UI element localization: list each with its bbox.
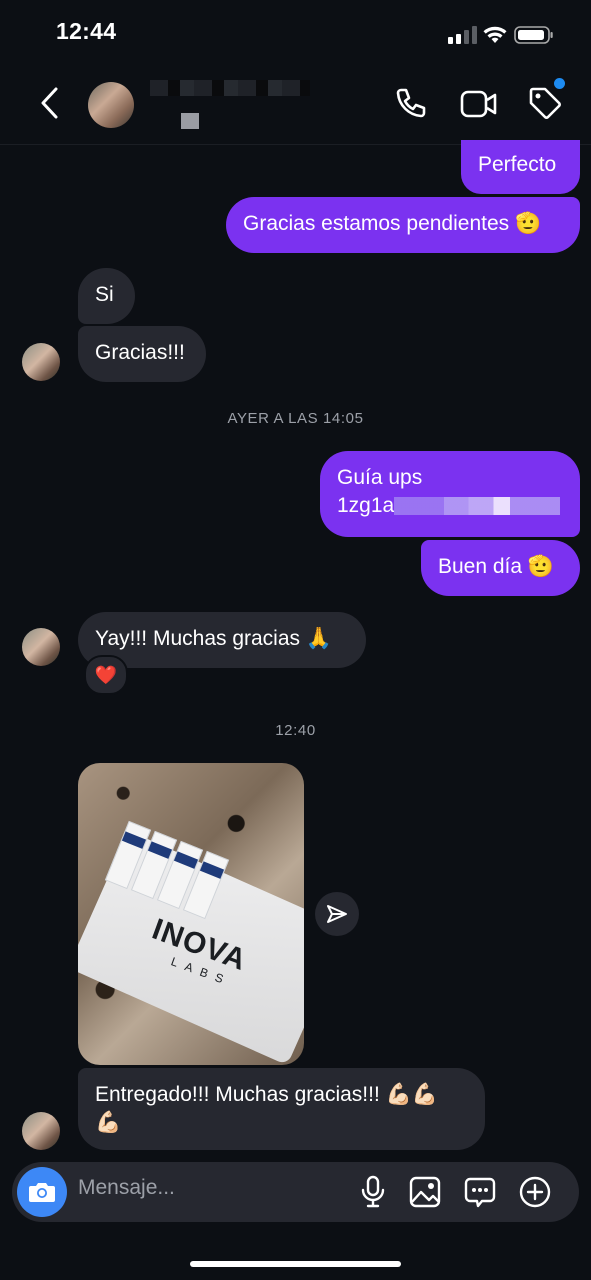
call-button[interactable] bbox=[393, 86, 427, 125]
tracking-number-start: 1zg1a bbox=[337, 494, 395, 517]
message-text: Gracias estamos pendientes bbox=[243, 212, 510, 235]
back-button[interactable] bbox=[38, 86, 62, 120]
message-text: Gracias!!! bbox=[95, 341, 185, 364]
home-indicator[interactable] bbox=[190, 1261, 401, 1267]
salute-emoji: 🫡 bbox=[527, 555, 555, 578]
salute-emoji: 🫡 bbox=[514, 212, 542, 235]
message-text: Yay!!! Muchas gracias bbox=[95, 627, 301, 650]
voice-button[interactable] bbox=[359, 1175, 387, 1214]
heart-reaction[interactable]: ❤️ bbox=[84, 655, 128, 695]
outgoing-message[interactable]: Gracias estamos pendientes 🫡 bbox=[226, 197, 580, 253]
image-icon bbox=[409, 1176, 441, 1208]
outgoing-message[interactable]: Buen día 🫡 bbox=[421, 540, 580, 596]
phone-icon bbox=[396, 88, 426, 118]
message-text: Entregado!!! Muchas gracias!!! bbox=[95, 1083, 380, 1106]
timestamp: AYER A LAS 14:05 bbox=[227, 410, 364, 427]
timestamp: 12:40 bbox=[275, 722, 316, 739]
more-button[interactable] bbox=[519, 1176, 551, 1213]
send-icon bbox=[327, 905, 347, 923]
chat-bubble-icon bbox=[464, 1177, 496, 1208]
message-text: Si bbox=[95, 283, 114, 306]
incoming-message[interactable]: Si bbox=[78, 268, 135, 324]
incoming-message[interactable]: Entregado!!! Muchas gracias!!! 💪🏻💪🏻 💪🏻 bbox=[78, 1068, 485, 1150]
contact-status-redacted bbox=[155, 112, 237, 129]
flex-emoji: 💪🏻💪🏻 bbox=[385, 1083, 438, 1106]
tracking-number-blur bbox=[394, 497, 561, 516]
tag-button[interactable] bbox=[527, 85, 563, 126]
contact-avatar[interactable] bbox=[88, 82, 134, 128]
camera-icon bbox=[29, 1183, 55, 1202]
share-button[interactable] bbox=[315, 892, 359, 936]
signal-icon bbox=[448, 26, 477, 44]
message-text: Perfecto bbox=[478, 153, 557, 176]
tracking-number-redacted: 1zg1a bbox=[337, 492, 563, 520]
status-time: 12:44 bbox=[56, 18, 117, 44]
sender-avatar[interactable] bbox=[22, 628, 60, 666]
message-text: Buen día bbox=[438, 555, 523, 578]
gallery-button[interactable] bbox=[409, 1176, 441, 1213]
plus-circle-icon bbox=[519, 1176, 551, 1208]
battery-icon bbox=[514, 26, 553, 44]
wifi-icon bbox=[483, 26, 507, 43]
pray-emoji: 🙏 bbox=[305, 627, 333, 650]
notification-dot bbox=[554, 78, 565, 89]
sender-avatar[interactable] bbox=[22, 1112, 60, 1150]
camera-button[interactable] bbox=[17, 1167, 67, 1217]
incoming-message[interactable]: Gracias!!! bbox=[78, 326, 206, 382]
contact-name-redacted[interactable] bbox=[150, 80, 310, 96]
microphone-icon bbox=[361, 1175, 385, 1208]
tag-icon bbox=[529, 87, 561, 119]
outgoing-message[interactable]: Perfecto bbox=[461, 140, 580, 194]
photo-message[interactable]: INOVA LABS bbox=[78, 763, 304, 1065]
flex-emoji: 💪🏻 bbox=[95, 1111, 122, 1134]
sender-avatar[interactable] bbox=[22, 343, 60, 381]
status-icons bbox=[446, 24, 556, 51]
video-camera-icon bbox=[460, 90, 497, 118]
message-input[interactable] bbox=[78, 1176, 338, 1200]
message-text: Guía ups bbox=[337, 466, 423, 489]
video-call-button[interactable] bbox=[460, 88, 498, 125]
sticker-button[interactable] bbox=[464, 1176, 496, 1213]
heart-icon: ❤️ bbox=[94, 664, 118, 685]
chevron-left-icon bbox=[41, 87, 58, 119]
outgoing-message[interactable]: Guía ups 1zg1a bbox=[320, 451, 580, 537]
